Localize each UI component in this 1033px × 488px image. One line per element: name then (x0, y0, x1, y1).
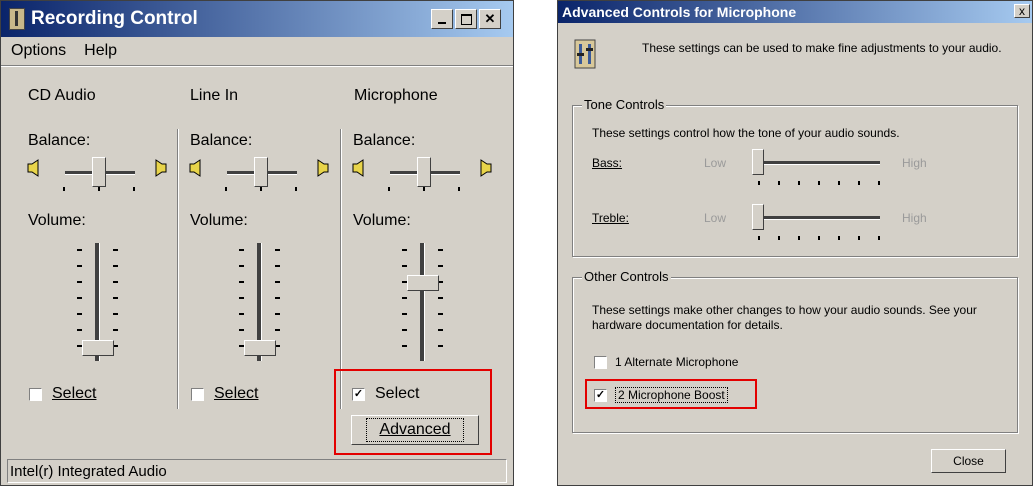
speaker-left-icon (352, 159, 364, 177)
select-checkbox-cd-audio[interactable]: Select (29, 385, 96, 403)
advanced-controls-window: Advanced Controls for Microphone x These… (557, 0, 1033, 486)
speaker-right-icon (155, 159, 167, 177)
balance-slider[interactable] (386, 157, 466, 191)
checkbox-label: 2 Microphone Boost (615, 387, 728, 403)
bass-high-label: High (902, 156, 927, 170)
window-title: Advanced Controls for Microphone (562, 4, 797, 20)
advanced-button-label: Advanced (366, 418, 464, 442)
mixer-icon (574, 39, 596, 69)
select-label: Select (214, 385, 259, 402)
checkbox-box: ✓ (352, 387, 365, 401)
volume-label: Volume: (190, 212, 248, 229)
speaker-left-icon (27, 159, 39, 177)
select-checkbox-line-in[interactable]: Select (191, 385, 258, 403)
bass-label: Bass: (592, 156, 623, 170)
checkbox-box: ✓ (594, 388, 607, 402)
treble-low-label: Low (704, 211, 727, 225)
speaker-left-icon (189, 159, 201, 177)
balance-label: Balance: (28, 132, 91, 149)
volume-slider[interactable] (235, 241, 285, 363)
volume-label: Volume: (28, 212, 86, 229)
close-icon: x (1019, 4, 1025, 18)
tone-description: These settings control how the tone of y… (592, 126, 900, 140)
select-label: Select (52, 385, 97, 402)
checkbox-box (191, 387, 204, 401)
alternate-microphone-checkbox[interactable]: 1 Alternate Microphone (594, 355, 738, 369)
microphone-boost-checkbox[interactable]: ✓ 2 Microphone Boost (594, 387, 728, 403)
volume-slider[interactable] (73, 241, 123, 363)
checkbox-label: 1 Alternate Microphone (615, 355, 739, 369)
select-checkbox-microphone[interactable]: ✓ Select (352, 385, 419, 403)
title-bar[interactable]: Advanced Controls for Microphone (558, 1, 1032, 23)
checkbox-box (594, 355, 607, 369)
checkbox-box (29, 387, 42, 401)
balance-label: Balance: (353, 132, 416, 149)
group-title: Tone Controls (582, 97, 667, 112)
status-bar: Intel(r) Integrated Audio (7, 459, 507, 483)
mixer-column-line-in: Balance: Volume: Select (185, 1, 335, 461)
treble-label: Treble: (592, 211, 629, 225)
intro-text: These settings can be used to make fine … (642, 41, 1002, 55)
close-x-button[interactable]: x (1014, 4, 1030, 18)
treble-high-label: High (902, 211, 927, 225)
advanced-button[interactable]: Advanced (351, 415, 479, 445)
mixer-column-cd-audio: Balance: Volume: Select (23, 1, 173, 461)
close-button[interactable]: Close (931, 449, 1006, 473)
balance-label: Balance: (190, 132, 253, 149)
speaker-right-icon (480, 159, 492, 177)
speaker-right-icon (317, 159, 329, 177)
close-button-label: Close (953, 454, 984, 468)
treble-slider[interactable] (748, 204, 888, 244)
volume-label: Volume: (353, 212, 411, 229)
balance-slider[interactable] (61, 157, 141, 191)
group-title: Other Controls (582, 269, 671, 284)
recording-control-window: Recording Control ✕ Options Help CD Audi… (0, 0, 514, 486)
select-label: Select (375, 385, 420, 402)
volume-slider[interactable] (398, 241, 448, 363)
other-description: These settings make other changes to how… (592, 303, 977, 332)
bass-slider[interactable] (748, 149, 888, 189)
balance-slider[interactable] (223, 157, 303, 191)
bass-low-label: Low (704, 156, 727, 170)
